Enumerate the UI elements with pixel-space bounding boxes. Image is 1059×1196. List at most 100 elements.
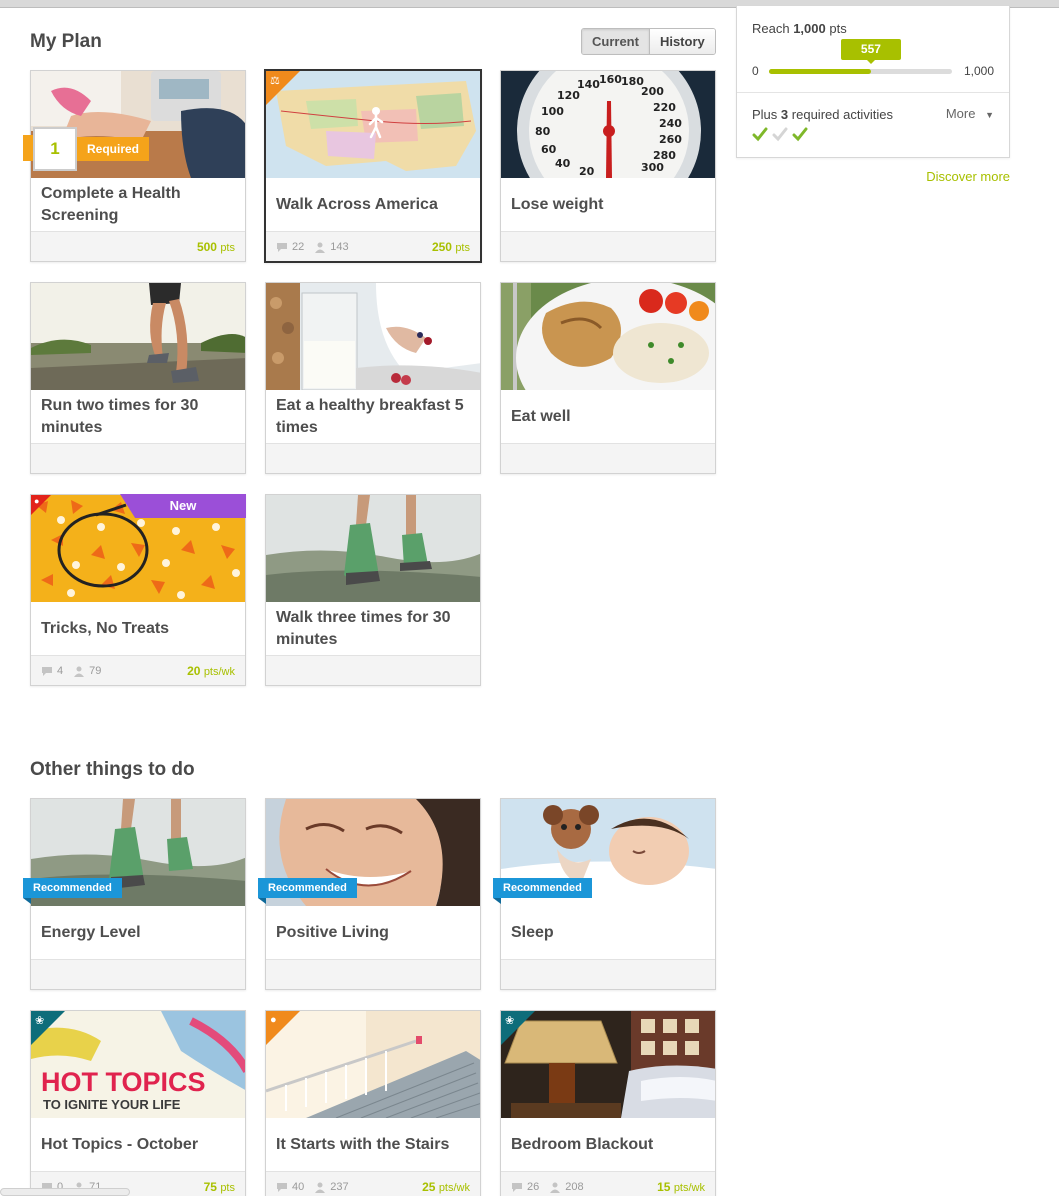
recommended-ribbon: Recommended [493, 878, 592, 904]
activity-card[interactable]: Recommended Energy Level [23, 798, 246, 990]
caret-down-icon: ▼ [985, 110, 994, 120]
comment-count: 40 [292, 1181, 305, 1193]
comment-count: 22 [292, 241, 305, 253]
activity-card[interactable]: 80 100 120 140 160 180 200 220 240 260 280 300 6… [500, 70, 716, 262]
card-footer [266, 443, 480, 473]
hot-topics-graphic-text: HOT TOPICS [41, 1067, 206, 1097]
card-image [31, 283, 245, 390]
card-footer [501, 959, 715, 989]
activity-card[interactable]: Eat well [500, 282, 716, 474]
card-footer: 22 143 250 pts [266, 231, 480, 261]
points-progress-panel: Reach 1,000 pts 0 557 1,000 Plus 3 requi… [736, 6, 1010, 158]
card-footer [501, 231, 715, 261]
progress-track [769, 69, 952, 74]
participant-count: 237 [330, 1181, 349, 1193]
card-points: 25 pts/wk [422, 1180, 470, 1194]
person-icon [550, 1182, 561, 1193]
card-title: It Starts with the Stairs [276, 1136, 450, 1153]
card-stats: 40 237 [276, 1181, 349, 1193]
participant-count: 143 [330, 241, 349, 253]
activity-card[interactable]: ⚖ Walk Across America 22 143 250 pts [264, 69, 482, 263]
tab-current[interactable]: Current [582, 29, 650, 54]
kettlebell-icon: ● [270, 1014, 277, 1026]
more-label: More [945, 106, 976, 121]
person-icon [315, 1182, 326, 1193]
more-dropdown[interactable]: More ▼ [946, 106, 994, 121]
points-value: 75 [203, 1180, 217, 1194]
check-pending-icon [772, 127, 788, 142]
card-title: Eat well [511, 408, 571, 425]
activity-card[interactable]: Recommended Sleep [493, 798, 716, 990]
card-stats: 22 143 [276, 241, 349, 253]
lotus-icon: ❀ [35, 1015, 45, 1027]
card-footer [31, 443, 245, 473]
hot-topics-graphic-subtext: TO IGNITE YOUR LIFE [43, 1097, 181, 1112]
tab-history[interactable]: History [649, 29, 715, 54]
card-footer [31, 959, 245, 989]
card-footer: 26 208 15 pts/wk [501, 1171, 715, 1196]
activity-card[interactable]: Eat a healthy breakfast 5 times [265, 282, 481, 474]
card-points: 250 pts [432, 240, 470, 254]
recommended-ribbon: Recommended [258, 878, 357, 904]
card-title: Bedroom Blackout [511, 1136, 654, 1153]
points-value: 25 [422, 1180, 436, 1194]
activity-card[interactable]: 1 Required Complete a Health Screening 5… [23, 70, 246, 262]
activity-card[interactable]: Recommended Positive Living [258, 798, 481, 990]
section-title-other: Other things to do [30, 759, 195, 780]
activity-card[interactable]: ● New Tricks, No Treats 4 79 20 pts/wk [30, 494, 246, 686]
svg-text:100: 100 [541, 105, 564, 118]
card-image [266, 495, 480, 602]
comment-count: 26 [527, 1181, 540, 1193]
points-value: 20 [187, 664, 201, 678]
card-title: Eat a healthy breakfast 5 times [276, 397, 464, 436]
svg-text:220: 220 [653, 101, 676, 114]
card-title: Energy Level [41, 924, 141, 941]
required-number: 1 [33, 127, 77, 171]
points-value: 250 [431, 240, 452, 254]
check-icon [752, 127, 768, 142]
activity-card[interactable]: ❀ Bedroom Blackout 26 208 15 pts/wk [500, 1010, 716, 1196]
card-footer: 4 79 20 pts/wk [31, 655, 245, 685]
check-icon [792, 127, 808, 142]
required-label: Required [77, 137, 150, 161]
points-unit: pts [220, 242, 235, 254]
svg-text:80: 80 [535, 125, 551, 138]
plus-suffix: required activities [791, 107, 893, 122]
person-icon [74, 666, 85, 677]
card-footer: 500 pts [31, 231, 245, 261]
card-title: Run two times for 30 minutes [41, 397, 199, 436]
card-footer [266, 959, 480, 989]
card-title: Hot Topics - October [41, 1136, 199, 1153]
participant-count: 79 [89, 665, 102, 677]
card-points: 75 pts [204, 1180, 235, 1194]
points-unit: pts/wk [673, 1182, 705, 1194]
discover-more-link[interactable]: Discover more [926, 169, 1010, 184]
page-title: My Plan [30, 31, 102, 52]
horizontal-scrollbar[interactable] [0, 1188, 130, 1196]
card-title: Sleep [511, 924, 554, 941]
card-image [266, 283, 480, 390]
card-stats: 4 79 [41, 665, 101, 677]
card-points: 500 pts [197, 240, 235, 254]
points-value: 500 [196, 240, 217, 254]
panel-divider [737, 92, 1009, 93]
scale-icon: ⚖ [270, 75, 280, 87]
activity-card[interactable]: Run two times for 30 minutes [30, 282, 246, 474]
person-icon [315, 242, 326, 253]
card-title: Complete a Health Screening [41, 185, 181, 224]
svg-text:300: 300 [641, 161, 664, 174]
activity-card[interactable]: HOT TOPICS TO IGNITE YOUR LIFE ❀ Hot Top… [30, 1010, 246, 1196]
activity-card[interactable]: ● It Starts with the Stairs 40 237 25 pt… [265, 1010, 481, 1196]
comment-icon [512, 1182, 522, 1192]
reach-prefix: Reach [752, 21, 790, 36]
reach-suffix: pts [829, 21, 847, 36]
progress-max: 1,000 [963, 64, 994, 78]
progress-fill [769, 69, 871, 74]
comment-icon [277, 1182, 287, 1192]
comment-icon [42, 666, 52, 676]
activity-card[interactable]: Walk three times for 30 minutes [265, 494, 481, 686]
svg-text:140: 140 [577, 78, 600, 91]
card-points: 20 pts/wk [187, 664, 235, 678]
card-title: Walk three times for 30 minutes [276, 609, 451, 648]
recommended-ribbon: Recommended [23, 878, 122, 904]
